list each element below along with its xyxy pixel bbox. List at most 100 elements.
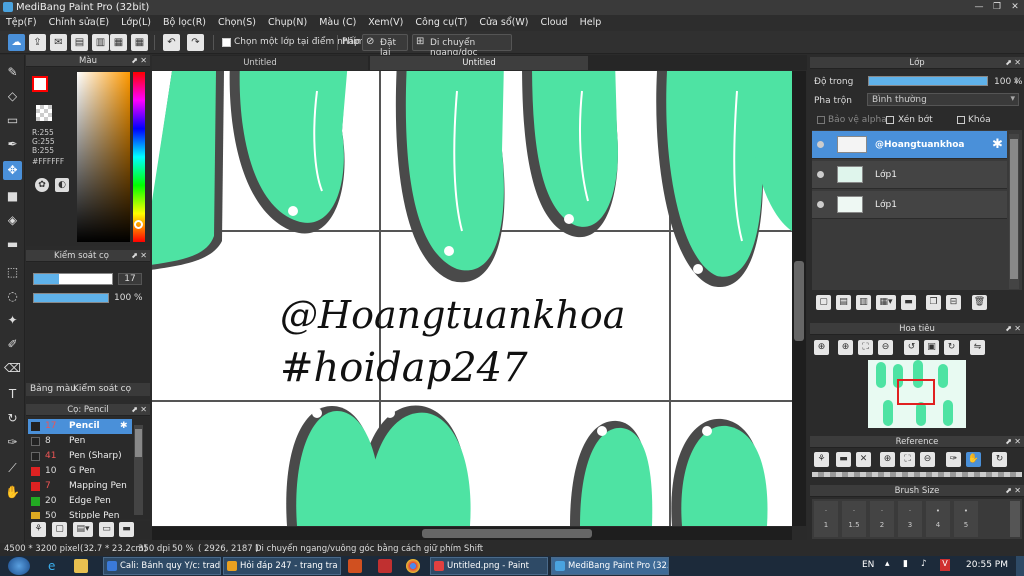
brush-opacity-slider[interactable] (33, 293, 109, 303)
add-brush-icon[interactable]: ⚘ (31, 522, 46, 537)
select-layer-checkbox[interactable] (222, 38, 231, 47)
fill-shape-icon[interactable]: ■ (3, 187, 22, 206)
zoom-in-icon[interactable]: ⊕ (814, 340, 829, 355)
reset-view-icon[interactable]: ▣ (924, 340, 939, 355)
new-layer-icon[interactable]: ▢ (816, 295, 831, 310)
pin-icon[interactable]: ⬈ (1005, 485, 1012, 497)
folder-icon[interactable]: ▬ (901, 295, 916, 310)
layer-scrollbar[interactable] (1009, 134, 1019, 289)
folder-icon[interactable]: ▬ (119, 522, 134, 537)
comment-icon[interactable]: ✉ (50, 34, 67, 51)
close-icon[interactable]: ✕ (1014, 57, 1021, 69)
zoom-in-icon[interactable]: ⊕ (880, 452, 895, 467)
eyedropper-icon[interactable]: ✑ (946, 452, 961, 467)
menu-tools[interactable]: Công cụ(T) (409, 15, 473, 31)
app-icon[interactable] (378, 559, 392, 573)
taskbar-item-paint[interactable]: Untitled.png - Paint (430, 557, 548, 575)
tab-untitled-1[interactable]: Untitled (152, 56, 368, 70)
brush-item-g-pen[interactable]: 10 G Pen (28, 464, 132, 479)
taskbar-item-cali[interactable]: Cali: Bánh quy Y/c: trad... (103, 557, 221, 575)
maximize-button[interactable]: ❐ (990, 2, 1004, 13)
chevron-up-icon[interactable]: ▴ (885, 559, 890, 569)
cloud-icon[interactable]: ☁ (8, 34, 25, 51)
rotate-right-icon[interactable]: ↻ (944, 340, 959, 355)
scroll-thumb[interactable] (1010, 139, 1018, 279)
bucket-icon[interactable]: ◈ (3, 211, 22, 230)
blend-mode-select[interactable]: Bình thường ▾ (867, 93, 1019, 106)
text-tool-icon[interactable]: T (3, 385, 22, 404)
media-icon[interactable] (348, 559, 362, 573)
menu-filter[interactable]: Bộ lọc(R) (157, 15, 212, 31)
panel-icon[interactable]: ▦ (110, 34, 127, 51)
chrome-icon[interactable] (406, 559, 420, 573)
horizontal-scrollbar[interactable] (152, 527, 792, 540)
language-indicator[interactable]: EN (862, 560, 874, 570)
brush-size-cell[interactable]: · 3 (898, 501, 922, 537)
rotate-left-icon[interactable]: ↺ (904, 340, 919, 355)
brush-size-cell[interactable]: · 1.5 (842, 501, 866, 537)
brush-item-stipple-pen[interactable]: 50 Stipple Pen (28, 509, 132, 519)
select-pen-icon[interactable]: ✐ (3, 335, 22, 354)
close-icon[interactable]: ✕ (1014, 436, 1021, 448)
vertical-scrollbar[interactable] (792, 71, 806, 526)
lasso-icon[interactable]: ◌ (3, 287, 22, 306)
menu-file[interactable]: Tệp(F) (0, 15, 43, 31)
layer-opacity-slider[interactable] (868, 76, 988, 86)
antivirus-icon[interactable]: V (940, 559, 950, 571)
menu-view[interactable]: Xem(V) (362, 15, 409, 31)
duplicate-layer-icon[interactable]: ❐ (926, 295, 941, 310)
page-icon[interactable]: ▤ (71, 34, 88, 51)
clock[interactable]: 20:55 PM (966, 560, 1008, 570)
network-icon[interactable]: ▮ (903, 559, 908, 569)
lock-checkbox[interactable] (957, 116, 965, 124)
move-hv-button[interactable]: ⊞ Di chuyển ngang/dọc (412, 34, 512, 58)
fit-icon[interactable]: ⛶ (858, 340, 873, 355)
add-menu-icon[interactable]: ▤▾ (73, 522, 93, 537)
zoom-out-icon[interactable]: ⊖ (878, 340, 893, 355)
reset-button[interactable]: ⊘ Đặt lại (362, 34, 408, 58)
pin-icon[interactable]: ⬈ (1005, 436, 1012, 448)
visibility-icon[interactable] (817, 201, 824, 208)
menu-window[interactable]: Cửa sổ(W) (473, 15, 534, 31)
brush-size-value[interactable]: 17 (118, 273, 142, 285)
taskbar-item-hoidap[interactable]: Hỏi đáp 247 - trang tra ... (223, 557, 341, 575)
fit-icon[interactable]: ⛶ (900, 452, 915, 467)
start-button[interactable] (8, 557, 30, 575)
zoom-out-icon[interactable]: ⊖ (920, 452, 935, 467)
document-icon[interactable]: ▥ (92, 34, 109, 51)
menu-select[interactable]: Chọn(S) (212, 15, 262, 31)
pin-icon[interactable]: ⬈ (1005, 57, 1012, 69)
explorer-icon[interactable] (74, 559, 88, 573)
brush-item-pen[interactable]: 8 Pen (28, 434, 132, 449)
add-image-icon[interactable]: ⚘ (814, 452, 829, 467)
visibility-icon[interactable] (817, 171, 824, 178)
open-folder-icon[interactable]: ▬ (836, 452, 851, 467)
eyedropper-icon[interactable]: ✑ (3, 433, 22, 452)
hue-handle[interactable] (134, 220, 143, 229)
select-eraser-icon[interactable]: ⌫ (3, 359, 22, 378)
move-tool-icon[interactable]: ✥ (3, 161, 22, 180)
tab-brush-control[interactable]: Kiểm soát cọ (73, 384, 131, 394)
hand-icon[interactable]: ✋ (966, 452, 981, 467)
clip-checkbox[interactable] (886, 116, 894, 124)
saturation-value-picker[interactable] (77, 72, 130, 242)
new-1bit-layer-icon[interactable]: ▥ (856, 295, 871, 310)
brush-size-cell[interactable]: • 5 (954, 501, 978, 537)
new-page-icon[interactable]: ▢ (52, 522, 67, 537)
layer-item-lop1[interactable]: Lớp1 (812, 161, 1007, 189)
ie-icon[interactable]: e (48, 559, 62, 573)
close-icon[interactable]: ✕ (856, 452, 871, 467)
close-icon[interactable]: ✕ (140, 250, 147, 262)
rotate-icon[interactable]: ↻ (992, 452, 1007, 467)
layer-item-hoangtuankhoa[interactable]: @Hoangtuankhoa ✱ (812, 131, 1007, 159)
gear-icon[interactable]: ✱ (992, 137, 1003, 152)
brush-size-cell[interactable]: · 1 (814, 501, 838, 537)
brush-size-cell[interactable]: · 2 (870, 501, 894, 537)
brush-item-pencil[interactable]: 17 Pencil ✱ (28, 419, 132, 434)
scroll-thumb[interactable] (135, 429, 142, 457)
pin-icon[interactable]: ⬈ (131, 55, 138, 67)
navigator-preview[interactable] (868, 360, 966, 428)
scroll-thumb[interactable] (794, 261, 804, 341)
brush-item-mapping-pen[interactable]: 7 Mapping Pen (28, 479, 132, 494)
operation-icon[interactable]: ↻ (3, 409, 22, 428)
